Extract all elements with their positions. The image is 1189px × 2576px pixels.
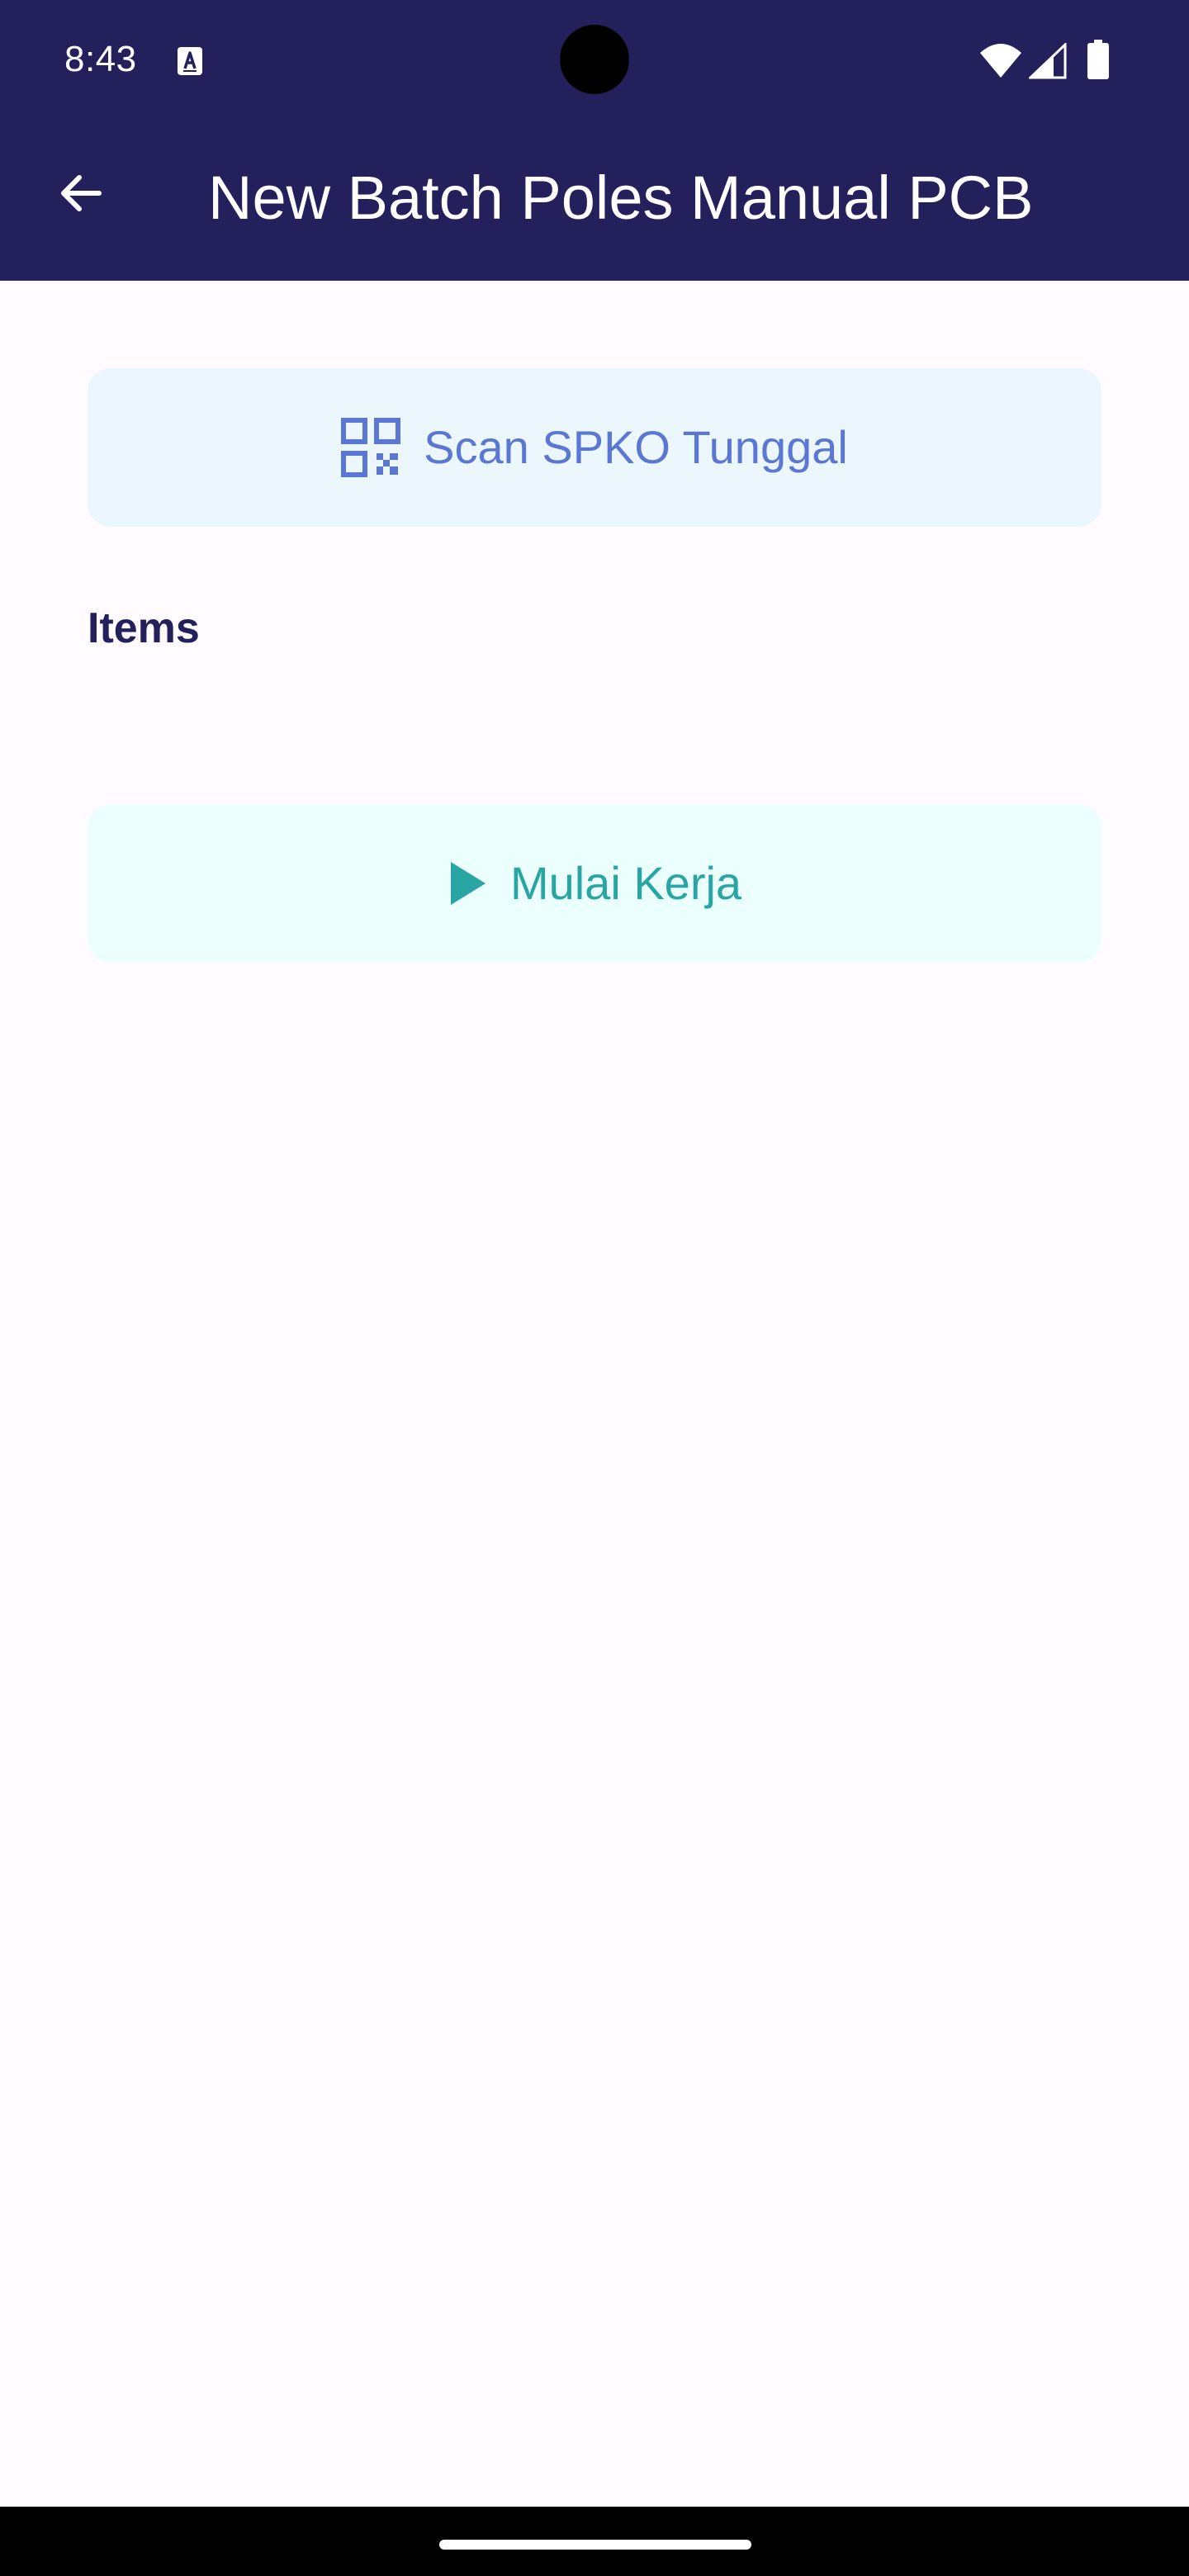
scan-spko-label: Scan SPKO Tunggal <box>424 421 848 473</box>
back-button[interactable] <box>40 152 122 234</box>
scan-spko-button[interactable]: Scan SPKO Tunggal <box>88 368 1101 527</box>
wifi-icon <box>980 44 1021 78</box>
status-bar: 8:43 <box>0 0 1189 119</box>
top-app-area: 8:43 New Batch Poles Manual PCB <box>0 0 1189 281</box>
camera-cutout <box>560 25 629 94</box>
status-time: 8:43 <box>64 39 137 79</box>
battery-icon <box>1087 40 1109 79</box>
navigation-bar <box>0 2507 1189 2576</box>
home-indicator[interactable] <box>439 2540 751 2550</box>
qr-code-icon <box>341 418 401 477</box>
toolbar: New Batch Poles Manual PCB <box>0 119 1189 281</box>
play-icon <box>450 862 486 905</box>
arrow-left-icon <box>61 175 102 211</box>
cell-signal-icon <box>1029 43 1067 79</box>
text-a-icon <box>178 47 202 75</box>
items-heading: Items <box>88 604 200 652</box>
start-work-label: Mulai Kerja <box>509 857 742 909</box>
start-work-button[interactable]: Mulai Kerja <box>88 804 1101 963</box>
page-title: New Batch Poles Manual PCB <box>208 163 1034 232</box>
